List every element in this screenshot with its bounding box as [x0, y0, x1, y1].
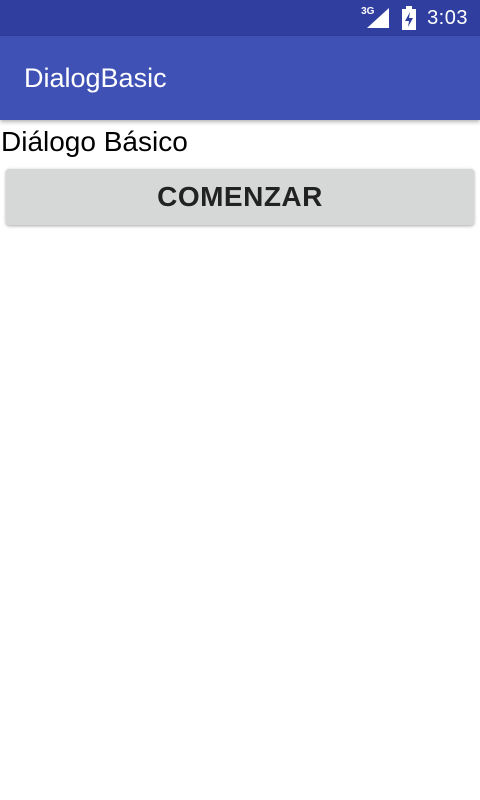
status-bar: 3G 3:03 [0, 0, 480, 36]
main-content: Diálogo Básico COMENZAR [0, 120, 480, 800]
signal-icon [367, 8, 390, 28]
status-icons: 3G 3:03 [361, 0, 468, 36]
app-title: DialogBasic [24, 63, 167, 93]
battery-charging-icon [402, 6, 417, 30]
signal-indicator: 3G [361, 6, 390, 30]
clock: 3:03 [427, 7, 468, 29]
app-bar: DialogBasic [0, 36, 480, 120]
dialog-heading: Diálogo Básico [1, 126, 188, 157]
start-button[interactable]: COMENZAR [6, 169, 474, 225]
